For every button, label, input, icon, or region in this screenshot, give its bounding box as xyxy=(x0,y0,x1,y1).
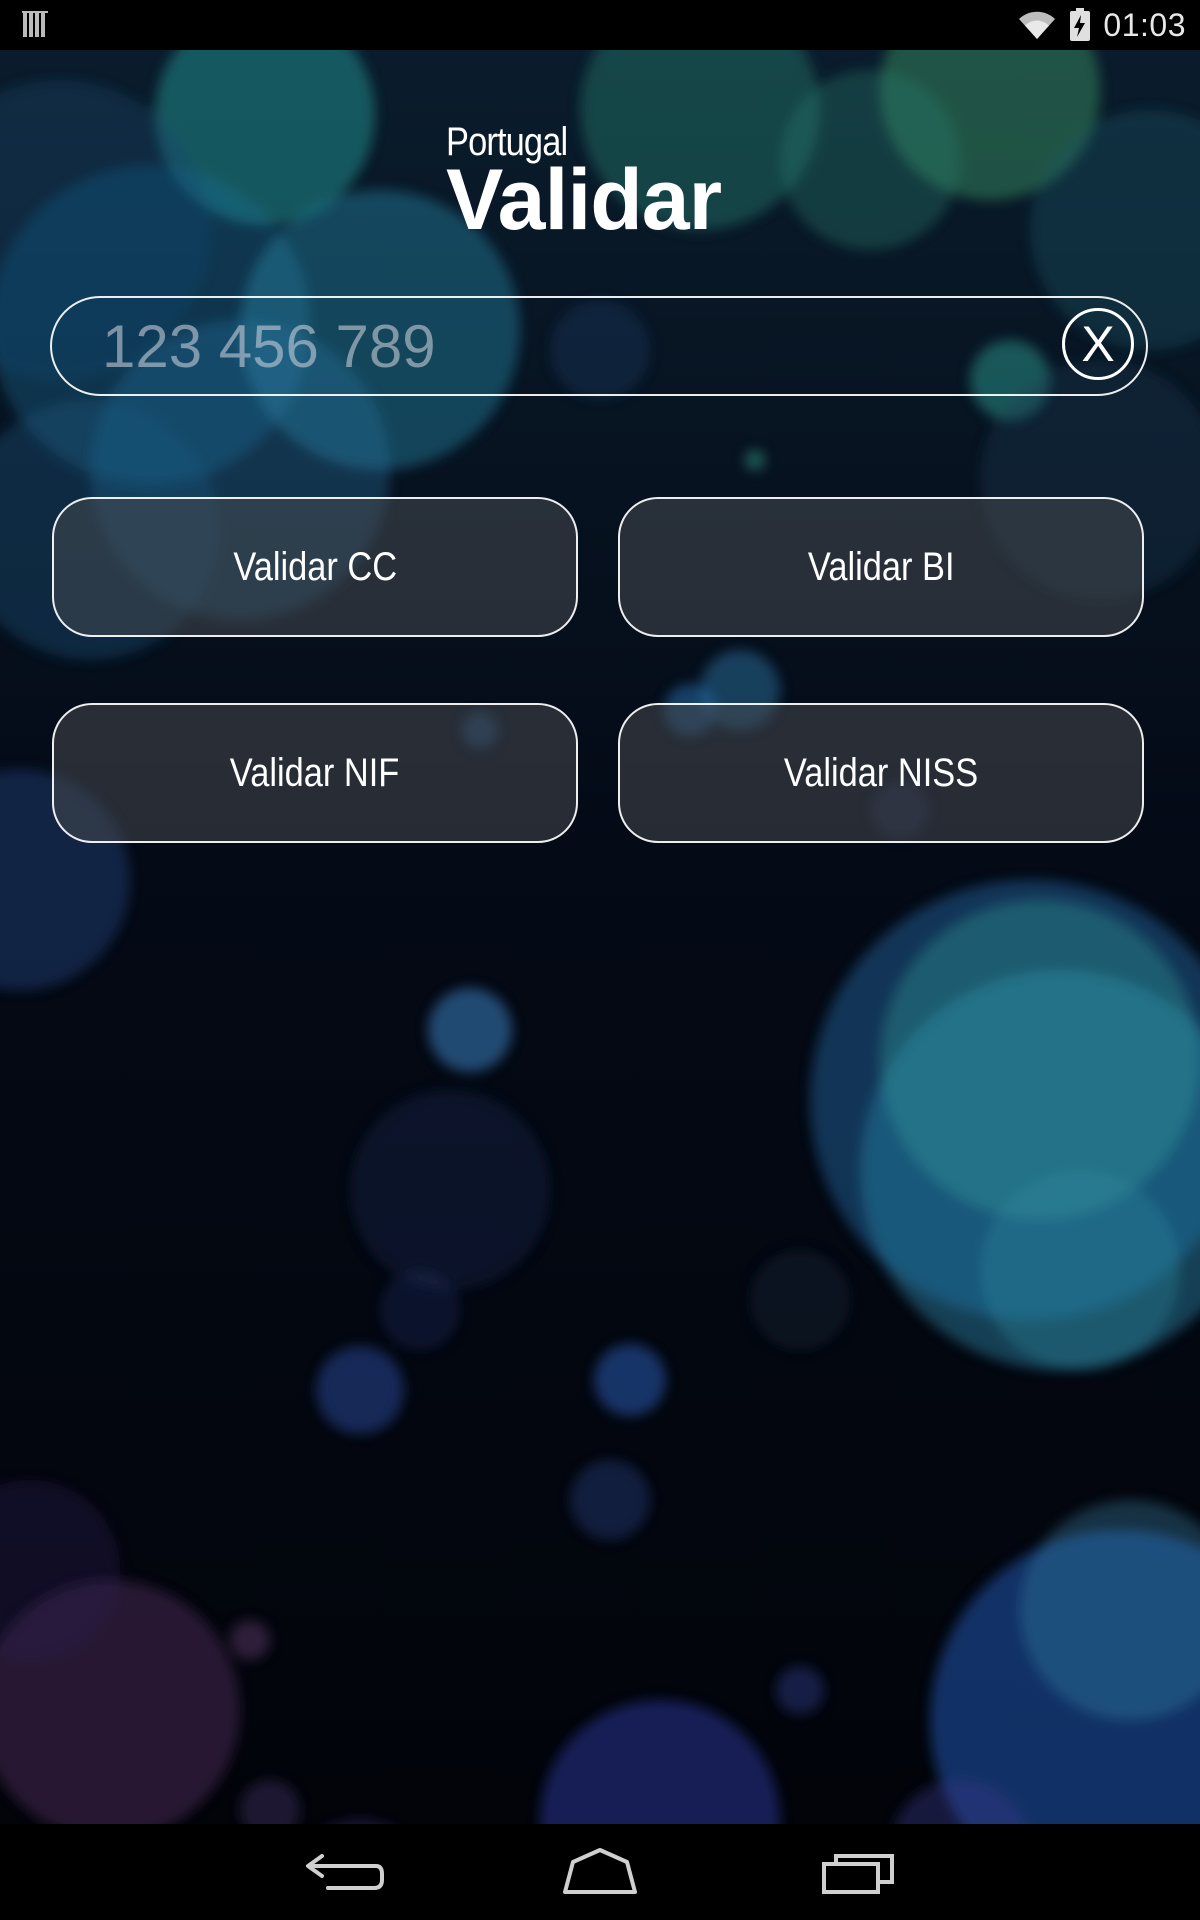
recent-apps-icon[interactable] xyxy=(812,1842,902,1902)
clear-button[interactable]: X xyxy=(1062,308,1134,380)
status-time: 01:03 xyxy=(1103,6,1186,43)
status-bar: 01:03 xyxy=(0,0,1200,50)
validar-nif-label: Validar NIF xyxy=(230,750,400,795)
validar-nif-button[interactable]: Validar NIF xyxy=(52,703,578,843)
logo-subtitle: Portugal xyxy=(446,120,568,164)
validar-cc-button[interactable]: Validar CC xyxy=(52,497,578,637)
validar-bi-label: Validar BI xyxy=(807,544,955,589)
back-icon[interactable] xyxy=(298,1842,388,1902)
navigation-bar xyxy=(0,1824,1200,1920)
battery-charging-icon xyxy=(1070,8,1091,41)
number-input[interactable] xyxy=(102,298,1062,394)
validar-niss-button[interactable]: Validar NISS xyxy=(618,703,1144,843)
wifi-icon xyxy=(1019,11,1056,39)
close-icon: X xyxy=(1081,316,1115,372)
validar-cc-label: Validar CC xyxy=(233,544,397,589)
validar-bi-button[interactable]: Validar BI xyxy=(618,497,1144,637)
app-screen: 01:03 Portugal Validar 123 456 789 X Val… xyxy=(0,0,1200,1920)
app-logo: Portugal Validar xyxy=(446,120,722,248)
search-field-container: X xyxy=(50,296,1148,396)
home-icon[interactable] xyxy=(555,1842,645,1902)
logo-title: Validar xyxy=(446,152,722,248)
validar-niss-label: Validar NISS xyxy=(783,750,979,795)
notification-icon xyxy=(22,11,48,37)
